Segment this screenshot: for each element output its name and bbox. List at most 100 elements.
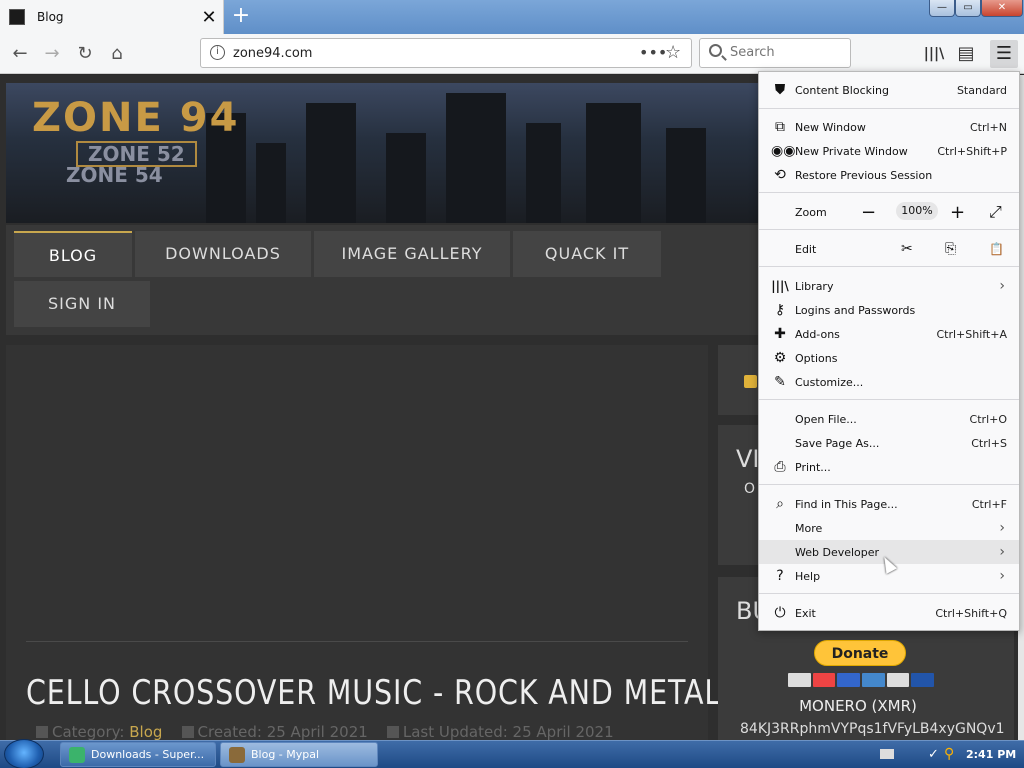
tab-title: Blog <box>37 10 64 24</box>
printer-icon: ⎙ <box>774 459 786 475</box>
maximize-button[interactable]: ▭ <box>955 0 981 17</box>
menu-exit[interactable]: ⏻ Exit Ctrl+Shift+Q <box>759 601 1019 625</box>
banner-building <box>446 93 506 223</box>
keyboard-icon[interactable] <box>880 749 894 759</box>
sidebar-icon[interactable]: ▤ <box>952 40 980 68</box>
site-menu-downloads[interactable]: DOWNLOADS <box>135 231 311 277</box>
back-icon[interactable]: ← <box>6 40 34 68</box>
puzzle-icon: ✚ <box>774 326 786 342</box>
monero-label: MONERO (XMR) <box>799 697 917 715</box>
system-tray: ✓ ⚲ 2:41 PM <box>870 741 1024 768</box>
app-icon <box>69 747 85 763</box>
page-actions-icon[interactable]: ••• <box>639 43 667 62</box>
menu-edit-row: Edit ✂ ⎘ 📋 <box>795 241 1004 257</box>
search-tray-icon[interactable]: ⚲ <box>944 746 954 762</box>
menu-content-blocking[interactable]: ⛊ Content Blocking Standard <box>759 78 1019 102</box>
site-info-icon[interactable]: i <box>210 45 225 60</box>
banner-building <box>526 123 561 223</box>
home-icon[interactable]: ⌂ <box>103 40 131 68</box>
donate-button[interactable]: Donate <box>814 640 906 666</box>
site-logo[interactable]: ZONE 94 <box>32 95 239 141</box>
menu-separator <box>759 192 1019 193</box>
navigation-toolbar: ← → ↻ ⌂ i zone94.com ••• ☆ |||\ ▤ ☰ <box>0 34 1024 74</box>
visa-icon <box>788 673 811 687</box>
submenu-arrow-icon: › <box>999 520 1005 536</box>
cut-icon[interactable]: ✂ <box>901 241 913 257</box>
category-link[interactable]: Blog <box>129 723 162 741</box>
clock[interactable]: 2:41 PM <box>966 748 1016 761</box>
menu-logins[interactable]: ⚷ Logins and Passwords <box>759 298 1019 322</box>
folder-icon <box>36 726 48 738</box>
site-menu-sign-in[interactable]: SIGN IN <box>14 281 150 327</box>
menu-customize[interactable]: ✎ Customize... <box>759 370 1019 394</box>
mastercard-icon <box>812 673 836 687</box>
menu-find[interactable]: ⌕ Find in This Page... Ctrl+F <box>759 492 1019 516</box>
divider <box>26 641 688 642</box>
category-label: Category: <box>52 723 125 741</box>
menu-separator <box>759 484 1019 485</box>
menu-new-window[interactable]: ⧉ New Window Ctrl+N <box>759 115 1019 139</box>
banner-building <box>256 143 286 223</box>
library-icon[interactable]: |||\ <box>920 40 948 68</box>
menu-separator <box>759 229 1019 230</box>
taskbar-item-downloads[interactable]: Downloads - Super... <box>60 742 216 767</box>
site-menu-quack-it[interactable]: QUACK IT <box>513 231 661 277</box>
search-box[interactable] <box>699 38 851 68</box>
search-input[interactable] <box>730 45 840 60</box>
taskbar-item-blog[interactable]: Blog - Mypal <box>220 742 378 767</box>
reload-icon[interactable]: ↻ <box>71 40 99 68</box>
banner-building <box>306 103 356 223</box>
shield-icon: ⛊ <box>774 82 786 98</box>
rss-icon[interactable] <box>744 375 757 388</box>
zoom-out-button[interactable]: − <box>861 202 876 223</box>
taskbar: Downloads - Super... Blog - Mypal ✓ ⚲ 2:… <box>0 739 1024 768</box>
article: CELLO CROSSOVER MUSIC - ROCK AND METAL C… <box>6 345 720 741</box>
menu-restore-session[interactable]: ⟲ Restore Previous Session <box>759 163 1019 187</box>
bookmark-star-icon[interactable]: ☆ <box>665 42 681 63</box>
submenu-arrow-icon: › <box>999 544 1005 560</box>
site-menu-image-gallery[interactable]: IMAGE GALLERY <box>314 231 510 277</box>
article-meta: Category: Blog Created: 25 April 2021 La… <box>36 723 614 741</box>
app-menu-panel: ⛊ Content Blocking Standard ⧉ New Window… <box>758 71 1020 631</box>
forward-icon[interactable]: → <box>38 40 66 68</box>
help-icon: ? <box>776 568 784 584</box>
start-button[interactable] <box>4 739 44 768</box>
tab-blog[interactable]: Blog ✕ <box>0 0 224 34</box>
banner-building <box>586 103 641 223</box>
site-menu: BLOG DOWNLOADS IMAGE GALLERY QUACK IT SI… <box>6 225 758 335</box>
menu-new-private-window[interactable]: ◉◉ New Private Window Ctrl+Shift+P <box>759 139 1019 163</box>
site-menu-blog[interactable]: BLOG <box>14 231 132 277</box>
menu-print[interactable]: ⎙ Print... <box>759 455 1019 479</box>
menu-save-page[interactable]: Save Page As... Ctrl+S <box>759 431 1019 455</box>
gear-icon: ⚙ <box>773 350 787 366</box>
fullscreen-icon[interactable]: ⤢ <box>989 202 1002 222</box>
copy-icon[interactable]: ⎘ <box>945 241 956 257</box>
search-icon <box>709 44 722 57</box>
zoom-reset-button[interactable]: 100% <box>896 202 938 220</box>
network-icon[interactable]: ✓ <box>928 747 939 762</box>
library-icon: |||\ <box>771 279 789 293</box>
menu-addons[interactable]: ✚ Add-ons Ctrl+Shift+A <box>759 322 1019 346</box>
url-bar[interactable]: i zone94.com ••• ☆ <box>200 38 692 68</box>
paste-icon[interactable]: 📋 <box>989 242 1004 256</box>
menu-open-file[interactable]: Open File... Ctrl+O <box>759 407 1019 431</box>
calendar-icon <box>181 726 194 738</box>
article-title[interactable]: CELLO CROSSOVER MUSIC - ROCK AND METAL <box>26 673 721 713</box>
zoom-in-button[interactable]: + <box>950 202 965 223</box>
close-tab-icon[interactable]: ✕ <box>195 7 223 28</box>
power-icon: ⏻ <box>774 605 786 621</box>
browser-window: Blog ✕ + — ▭ ✕ ← → ↻ ⌂ i zone94.com ••• … <box>0 0 1024 768</box>
monero-address[interactable]: 84KJ3RRphmVYPqs1fVFyLB4xyGNQv1 <box>740 721 1005 737</box>
menu-more[interactable]: More › <box>759 516 1019 540</box>
restore-session-icon: ⟲ <box>774 167 786 183</box>
key-icon: ⚷ <box>774 302 786 318</box>
paypal-icon <box>911 673 935 687</box>
new-window-icon: ⧉ <box>775 119 785 135</box>
hamburger-menu-icon[interactable]: ☰ <box>990 40 1018 68</box>
minimize-button[interactable]: — <box>929 0 955 17</box>
url-text[interactable]: zone94.com <box>233 46 312 61</box>
menu-options[interactable]: ⚙ Options <box>759 346 1019 370</box>
menu-library[interactable]: |||\ Library › <box>759 274 1019 298</box>
new-tab-button[interactable]: + <box>228 3 254 29</box>
window-close-button[interactable]: ✕ <box>981 0 1023 17</box>
